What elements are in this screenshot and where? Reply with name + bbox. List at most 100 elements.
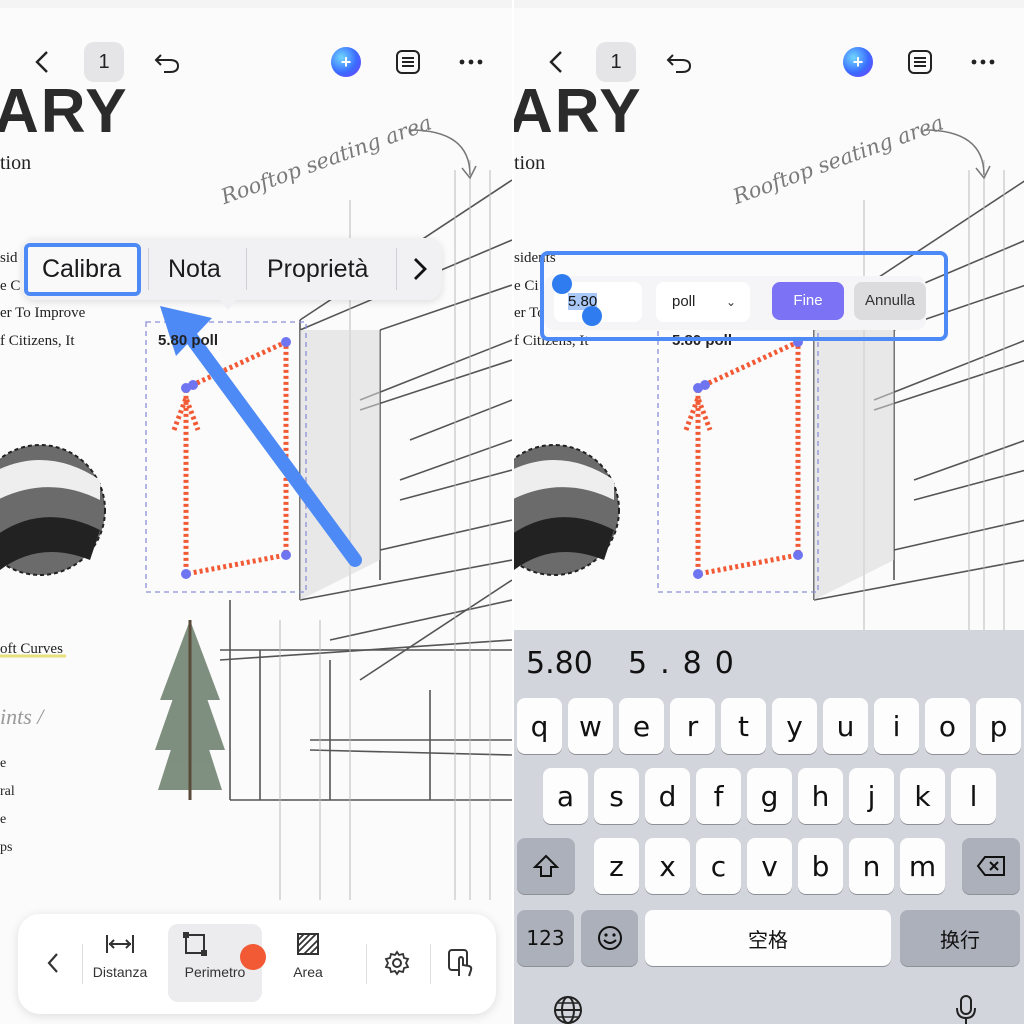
document-canvas[interactable]: ARY tion Rooftop seating area sid e C er… xyxy=(0,0,512,1024)
emoji-icon xyxy=(597,926,622,950)
touch-mode-button[interactable] xyxy=(444,924,478,1002)
onscreen-keyboard: 5.80 5.80 q w e r t y u i o p a s d f g … xyxy=(514,630,1024,1024)
chevron-left-icon xyxy=(35,51,48,73)
list-line: ps xyxy=(0,840,13,855)
chevron-left-icon xyxy=(47,953,58,973)
key-z[interactable]: z xyxy=(594,838,639,894)
menu-divider xyxy=(246,248,247,290)
menu-pointer xyxy=(218,298,238,310)
list-line: ral xyxy=(0,784,15,799)
tool-area[interactable]: Area xyxy=(276,924,340,1002)
backspace-icon xyxy=(976,856,1005,876)
tool-distance-label: Distanza xyxy=(92,964,148,980)
key-l[interactable]: l xyxy=(951,768,996,824)
undo-icon xyxy=(154,54,180,73)
key-a[interactable]: a xyxy=(543,768,588,824)
back-button[interactable] xyxy=(28,42,56,82)
left-screen: ARY tion Rooftop seating area sid e C er… xyxy=(0,0,512,1024)
distance-icon xyxy=(106,935,134,953)
undo-button[interactable] xyxy=(662,42,696,82)
menu-item-calibrate-label[interactable]: Calibra xyxy=(42,238,121,300)
candidate-item[interactable]: 5.80 xyxy=(526,646,593,681)
right-screen: ARY tion Rooftop seating area sidents e … xyxy=(514,0,1024,1024)
key-p[interactable]: p xyxy=(976,698,1021,754)
body-line: e Ci xyxy=(514,278,539,294)
menu-divider xyxy=(148,248,149,290)
key-q[interactable]: q xyxy=(517,698,562,754)
shift-icon xyxy=(533,854,559,877)
touch-mode-icon xyxy=(448,949,473,977)
key-s[interactable]: s xyxy=(594,768,639,824)
ai-assistant-icon[interactable] xyxy=(843,47,873,77)
menu-item-note[interactable]: Nota xyxy=(168,238,221,300)
key-k[interactable]: k xyxy=(900,768,945,824)
globe-key[interactable] xyxy=(552,994,584,1024)
color-swatch-icon[interactable] xyxy=(240,944,266,970)
undo-icon xyxy=(666,54,692,73)
ai-assistant-icon[interactable] xyxy=(331,47,361,77)
key-v[interactable]: v xyxy=(747,838,792,894)
list-icon xyxy=(396,50,420,74)
emoji-key[interactable] xyxy=(581,910,638,966)
list-line: e xyxy=(0,756,7,771)
toolbar-divider xyxy=(366,944,367,984)
status-bar xyxy=(0,0,512,8)
list-line: e xyxy=(0,812,7,827)
section-heading: ints / xyxy=(0,704,44,729)
key-b[interactable]: b xyxy=(798,838,843,894)
top-navigation-bar: 1 xyxy=(0,34,512,90)
measure-toolbar: Distanza Perimetro Area xyxy=(18,914,496,1014)
undo-button[interactable] xyxy=(150,42,184,82)
key-g[interactable]: g xyxy=(747,768,792,824)
body-line: e C xyxy=(0,278,21,294)
edit-bar-highlight xyxy=(540,251,948,341)
key-i[interactable]: i xyxy=(874,698,919,754)
top-navigation-bar: 1 xyxy=(514,34,1024,90)
menu-next-button[interactable] xyxy=(412,238,436,300)
gear-icon xyxy=(384,950,410,976)
key-n[interactable]: n xyxy=(849,838,894,894)
numbers-key[interactable]: 123 xyxy=(517,910,574,966)
shift-key[interactable] xyxy=(517,838,575,894)
key-w[interactable]: w xyxy=(568,698,613,754)
architecture-drawing xyxy=(0,129,512,900)
key-o[interactable]: o xyxy=(925,698,970,754)
page-number-chip[interactable]: 1 xyxy=(84,42,124,82)
candidate-bar: 5.80 5.80 xyxy=(514,630,1024,694)
key-x[interactable]: x xyxy=(645,838,690,894)
measurement-label[interactable]: 5.80 poll xyxy=(158,332,218,349)
key-u[interactable]: u xyxy=(823,698,868,754)
key-j[interactable]: j xyxy=(849,768,894,824)
back-button[interactable] xyxy=(542,42,570,82)
key-c[interactable]: c xyxy=(696,838,741,894)
document-subtitle: tion xyxy=(0,152,32,174)
list-icon xyxy=(908,50,932,74)
menu-item-properties[interactable]: Proprietà xyxy=(267,238,368,300)
toolbar-back-button[interactable] xyxy=(38,924,68,1002)
tool-distance[interactable]: Distanza xyxy=(84,924,156,1002)
backspace-key[interactable] xyxy=(962,838,1020,894)
dictation-key[interactable] xyxy=(954,994,978,1024)
key-h[interactable]: h xyxy=(798,768,843,824)
perimeter-icon xyxy=(183,932,207,956)
key-m[interactable]: m xyxy=(900,838,945,894)
key-y[interactable]: y xyxy=(772,698,817,754)
more-button[interactable] xyxy=(456,42,486,82)
return-key[interactable]: 换行 xyxy=(900,910,1020,966)
outline-button[interactable] xyxy=(904,42,936,82)
curves-text: oft Curves xyxy=(0,641,63,657)
tool-area-label: Area xyxy=(293,964,323,980)
chevron-right-icon xyxy=(414,258,427,280)
key-e[interactable]: e xyxy=(619,698,664,754)
more-button[interactable] xyxy=(968,42,998,82)
key-d[interactable]: d xyxy=(645,768,690,824)
settings-button[interactable] xyxy=(380,924,414,1002)
outline-button[interactable] xyxy=(392,42,424,82)
page-number-chip[interactable]: 1 xyxy=(596,42,636,82)
space-key[interactable]: 空格 xyxy=(645,910,891,966)
key-t[interactable]: t xyxy=(721,698,766,754)
candidate-item[interactable]: 5.80 xyxy=(628,646,747,681)
key-f[interactable]: f xyxy=(696,768,741,824)
document-subtitle: tion xyxy=(514,152,546,174)
key-r[interactable]: r xyxy=(670,698,715,754)
